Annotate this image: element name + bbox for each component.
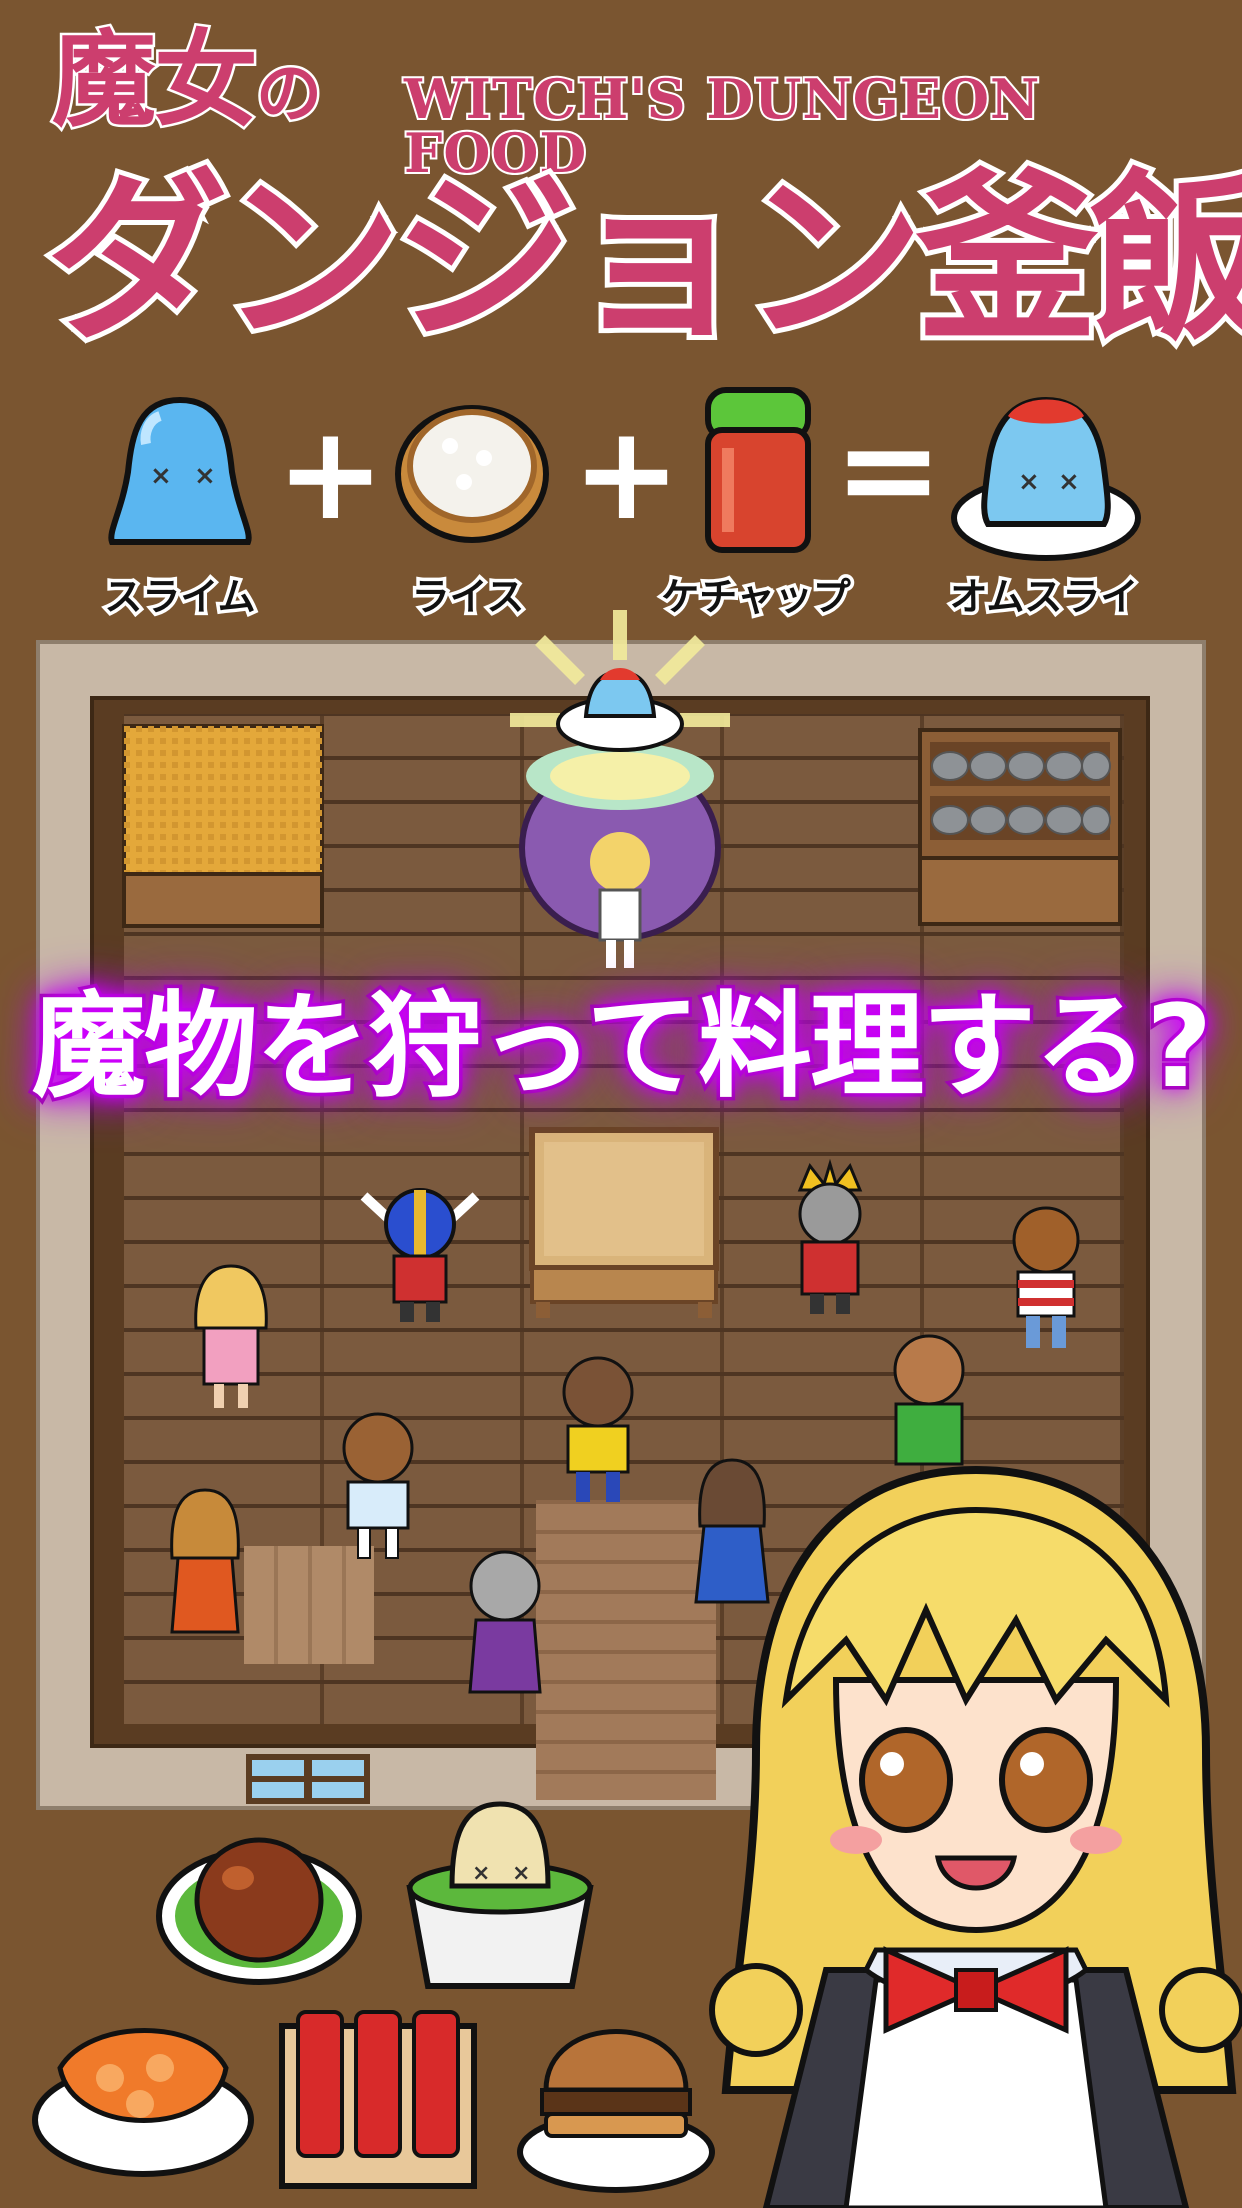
orange-girl [170, 1488, 240, 1634]
title-particle: の [254, 55, 325, 132]
striped-boy [1012, 1206, 1080, 1348]
recipe-label-omuslime: オムスライ [946, 575, 1142, 620]
yellow-boy [562, 1356, 634, 1502]
gray-granny [468, 1550, 542, 1694]
witch-cauldron [510, 610, 730, 968]
svg-text:×: × [194, 461, 216, 491]
equals-operator: = [834, 393, 943, 545]
omuslime-dish-icon: × × [951, 396, 1141, 561]
roast-chicken-icon [156, 1837, 362, 1985]
witch-girl-portrait [709, 1465, 1242, 2208]
green-boy [893, 1334, 965, 1466]
svg-text:×: × [1058, 467, 1080, 497]
bed [122, 724, 324, 928]
svg-text:×: × [150, 461, 172, 491]
svg-text:×: × [472, 1861, 490, 1886]
room-window [246, 1754, 370, 1804]
floor-rug [244, 1546, 374, 1664]
title-line1: 魔女の [49, 19, 325, 141]
wooden-table [529, 1127, 719, 1318]
viking-hero [360, 1188, 480, 1322]
game-title: ダンジョン釜飯 [41, 153, 1242, 365]
white-shirt-boy [342, 1412, 414, 1559]
blonde-girl [194, 1264, 268, 1408]
slime-rice-bowl-icon: × × [406, 1801, 594, 1989]
recipe-label-slime: スライム [101, 575, 259, 620]
plus-operator-2: + [572, 397, 681, 549]
rice-bowl-icon [395, 405, 549, 543]
plus-operator-1: + [276, 397, 385, 549]
king [797, 1158, 863, 1314]
svg-text:×: × [1018, 467, 1040, 497]
dish-shelf [918, 728, 1122, 926]
shrimp-platter-icon [32, 2028, 254, 2177]
entrance-carpet [536, 1500, 716, 1800]
svg-text:×: × [512, 1861, 530, 1886]
meat-box-icon [279, 2010, 477, 2189]
ketchup-jar-icon [705, 387, 811, 553]
slime-icon: × × [108, 396, 252, 545]
tagline-banner: 魔物を狩って料理する? [28, 980, 1215, 1113]
burger-icon [517, 2029, 715, 2193]
